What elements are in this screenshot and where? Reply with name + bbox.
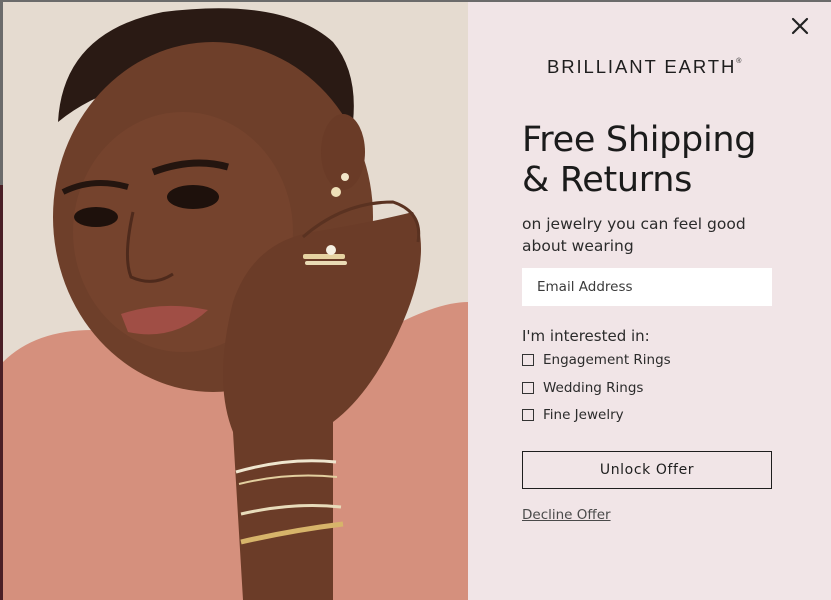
unlock-offer-button[interactable]: Unlock Offer: [522, 451, 772, 489]
interest-fine-jewelry[interactable]: Fine Jewelry: [522, 406, 624, 424]
interest-label: I'm interested in:: [522, 327, 650, 345]
close-button[interactable]: [788, 14, 812, 38]
subhead-line-1: on jewelry you can feel good: [522, 215, 746, 233]
interest-wedding-rings[interactable]: Wedding Rings: [522, 379, 643, 397]
headline-line-1: Free Shipping: [522, 120, 757, 160]
close-icon: [791, 17, 809, 35]
registered-mark: ®: [736, 58, 742, 65]
subhead-line-2: about wearing: [522, 237, 634, 255]
email-input[interactable]: [522, 268, 772, 306]
brand-name: BRILLIANT EARTH: [547, 56, 737, 77]
earring-drop: [331, 187, 341, 197]
offer-subhead: on jewelry you can feel good about wearin…: [522, 213, 762, 257]
interest-engagement-rings[interactable]: Engagement Rings: [522, 351, 671, 369]
checkbox-label: Engagement Rings: [543, 352, 671, 368]
ring-2: [305, 261, 347, 265]
checkbox-fine-jewelry[interactable]: [522, 409, 534, 421]
left-eye: [74, 207, 118, 227]
offer-headline: Free Shipping & Returns: [522, 120, 812, 200]
right-eye: [167, 185, 219, 209]
earring-stud: [341, 173, 349, 181]
checkbox-engagement-rings[interactable]: [522, 354, 534, 366]
ring-1: [303, 254, 345, 259]
checkbox-label: Wedding Rings: [543, 380, 644, 396]
brand-logo: BRILLIANT EARTH®: [547, 56, 747, 78]
decline-offer-link[interactable]: Decline Offer: [522, 507, 611, 523]
headline-line-2: & Returns: [522, 160, 693, 200]
checkbox-wedding-rings[interactable]: [522, 382, 534, 394]
ring-diamond: [326, 245, 336, 255]
model-photo: [3, 2, 468, 600]
checkbox-label: Fine Jewelry: [543, 407, 624, 423]
model-illustration: [3, 2, 468, 600]
